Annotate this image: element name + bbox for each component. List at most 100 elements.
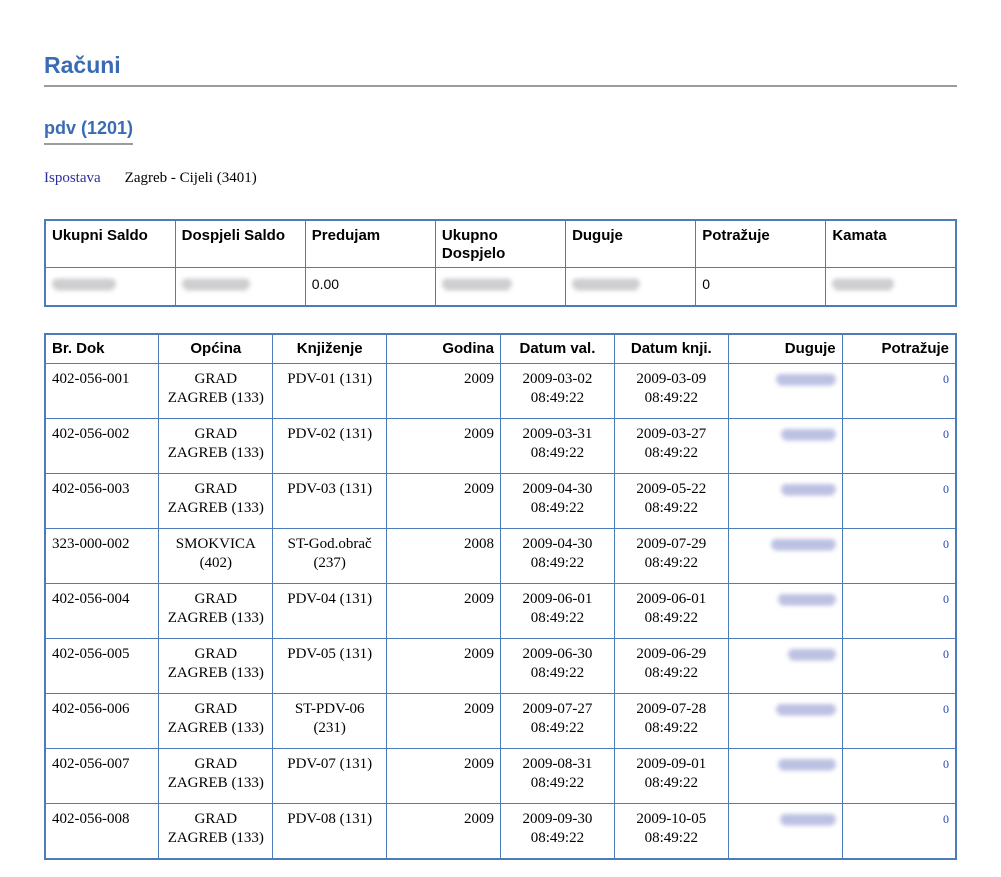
doc-cell: 2009-03-31 08:49:22 (501, 419, 615, 474)
office-value: Zagreb - Cijeli (3401) (125, 170, 257, 186)
doc-cell: 402-056-007 (45, 749, 159, 804)
doc-cell: PDV-04 (131) (273, 584, 387, 639)
doc-cell: 323-000-002 (45, 529, 159, 584)
doc-cell: 2009-06-01 08:49:22 (614, 584, 728, 639)
summary-header-cell: Kamata (826, 220, 956, 268)
doc-cell: 2009-06-29 08:49:22 (614, 639, 728, 694)
doc-cell-duguje (728, 584, 842, 639)
doc-cell: 402-056-003 (45, 474, 159, 529)
doc-cell: GRAD ZAGREB (133) (159, 749, 273, 804)
summary-table: Ukupni SaldoDospjeli SaldoPredujamUkupno… (44, 219, 957, 307)
redacted-value-smudge[interactable] (781, 484, 836, 495)
doc-row: 323-000-002SMOKVICA (402)ST-God.obrač (2… (45, 529, 956, 584)
doc-cell: 2009-07-28 08:49:22 (614, 694, 728, 749)
doc-cell: 2009-09-01 08:49:22 (614, 749, 728, 804)
summary-value-cell (175, 268, 305, 307)
doc-cell: SMOKVICA (402) (159, 529, 273, 584)
doc-cell: ST-God.obrač (237) (273, 529, 387, 584)
doc-cell: 2009-04-30 08:49:22 (501, 529, 615, 584)
summary-value-cell (566, 268, 696, 307)
doc-cell: 2009 (387, 804, 501, 860)
doc-header-cell: Datum val. (501, 334, 615, 364)
summary-value-cell (826, 268, 956, 307)
potrazuje-value-link[interactable]: 0 (943, 482, 949, 496)
doc-cell: PDV-02 (131) (273, 419, 387, 474)
doc-row: 402-056-005GRAD ZAGREB (133)PDV-05 (131)… (45, 639, 956, 694)
potrazuje-value-link[interactable]: 0 (943, 372, 949, 386)
potrazuje-value-link[interactable]: 0 (943, 812, 949, 826)
doc-cell: GRAD ZAGREB (133) (159, 584, 273, 639)
potrazuje-value-link[interactable]: 0 (943, 427, 949, 441)
doc-header-cell: Br. Dok (45, 334, 159, 364)
redacted-value-smudge[interactable] (771, 539, 836, 550)
doc-cell: 402-056-004 (45, 584, 159, 639)
redacted-value-smudge (442, 278, 512, 290)
summary-value-cell (45, 268, 175, 307)
redacted-value-smudge (52, 278, 116, 290)
potrazuje-value-link[interactable]: 0 (943, 537, 949, 551)
potrazuje-value-link[interactable]: 0 (943, 647, 949, 661)
doc-header-cell: Datum knji. (614, 334, 728, 364)
doc-cell-potrazuje: 0 (842, 639, 956, 694)
doc-cell: 2009-03-02 08:49:22 (501, 364, 615, 419)
redacted-value-smudge (182, 278, 250, 290)
doc-cell: PDV-07 (131) (273, 749, 387, 804)
doc-cell-duguje (728, 364, 842, 419)
potrazuje-value-link[interactable]: 0 (943, 757, 949, 771)
redacted-value-smudge[interactable] (776, 704, 836, 715)
summary-header-cell: Dospjeli Saldo (175, 220, 305, 268)
doc-cell: GRAD ZAGREB (133) (159, 364, 273, 419)
summary-value-cell: 0 (696, 268, 826, 307)
office-label-link[interactable]: Ispostava (44, 170, 101, 186)
doc-row: 402-056-002GRAD ZAGREB (133)PDV-02 (131)… (45, 419, 956, 474)
page: Računi pdv (1201) Ispostava Zagreb - Cije… (0, 52, 1001, 860)
redacted-value-smudge[interactable] (781, 429, 836, 440)
office-row: Ispostava Zagreb - Cijeli (3401) (44, 170, 957, 187)
doc-row: 402-056-007GRAD ZAGREB (133)PDV-07 (131)… (45, 749, 956, 804)
doc-cell-duguje (728, 419, 842, 474)
doc-cell: 2009 (387, 639, 501, 694)
doc-cell: 2009-04-30 08:49:22 (501, 474, 615, 529)
doc-cell-duguje (728, 474, 842, 529)
redacted-value-smudge (832, 278, 894, 290)
account-link[interactable]: pdv (1201) (44, 118, 133, 145)
redacted-value-smudge[interactable] (780, 814, 836, 825)
doc-cell: PDV-01 (131) (273, 364, 387, 419)
doc-cell: 2009-03-09 08:49:22 (614, 364, 728, 419)
doc-cell: GRAD ZAGREB (133) (159, 419, 273, 474)
redacted-value-smudge (572, 278, 640, 290)
redacted-value-smudge[interactable] (778, 759, 836, 770)
doc-row: 402-056-001GRAD ZAGREB (133)PDV-01 (131)… (45, 364, 956, 419)
doc-header-cell: Potražuje (842, 334, 956, 364)
potrazuje-value-link[interactable]: 0 (943, 702, 949, 716)
doc-cell: PDV-05 (131) (273, 639, 387, 694)
documents-table: Br. DokOpćinaKnjiženjeGodinaDatum val.Da… (44, 333, 957, 860)
doc-cell: ST-PDV-06 (231) (273, 694, 387, 749)
doc-cell: 2009-06-30 08:49:22 (501, 639, 615, 694)
doc-cell: 2009-05-22 08:49:22 (614, 474, 728, 529)
redacted-value-smudge[interactable] (776, 374, 836, 385)
doc-row: 402-056-003GRAD ZAGREB (133)PDV-03 (131)… (45, 474, 956, 529)
doc-cell: 2009 (387, 749, 501, 804)
redacted-value-smudge[interactable] (788, 649, 836, 660)
doc-cell: GRAD ZAGREB (133) (159, 804, 273, 860)
doc-cell: 2008 (387, 529, 501, 584)
summary-header-cell: Ukupno Dospjelo (435, 220, 565, 268)
doc-cell-potrazuje: 0 (842, 419, 956, 474)
doc-cell-potrazuje: 0 (842, 694, 956, 749)
summary-value-cell (435, 268, 565, 307)
doc-cell: 402-056-006 (45, 694, 159, 749)
doc-row: 402-056-004GRAD ZAGREB (133)PDV-04 (131)… (45, 584, 956, 639)
redacted-value-smudge[interactable] (778, 594, 836, 605)
page-title: Računi (44, 52, 957, 87)
doc-cell: GRAD ZAGREB (133) (159, 639, 273, 694)
doc-cell: 2009 (387, 584, 501, 639)
doc-cell: 402-056-005 (45, 639, 159, 694)
doc-cell-potrazuje: 0 (842, 584, 956, 639)
doc-cell: 2009-07-29 08:49:22 (614, 529, 728, 584)
potrazuje-value-link[interactable]: 0 (943, 592, 949, 606)
doc-cell: 2009-07-27 08:49:22 (501, 694, 615, 749)
doc-cell-duguje (728, 529, 842, 584)
summary-header-cell: Predujam (305, 220, 435, 268)
doc-cell: GRAD ZAGREB (133) (159, 694, 273, 749)
